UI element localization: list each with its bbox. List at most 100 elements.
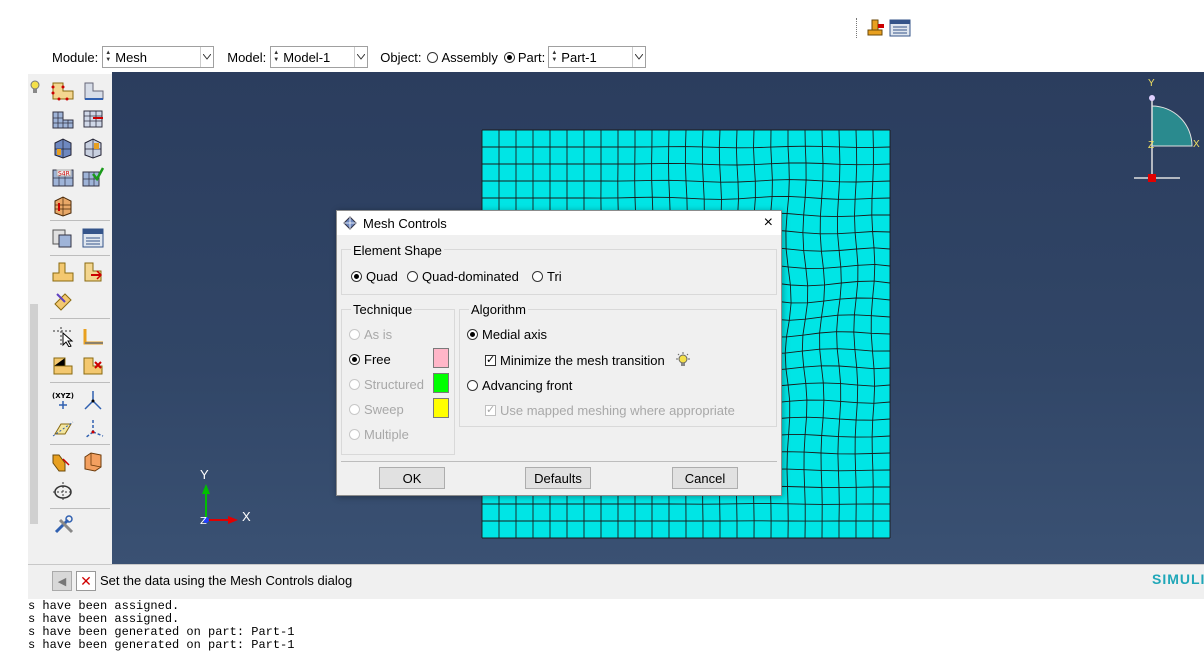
model-combo[interactable]: ▲ ▼ Model-1 <box>270 46 369 68</box>
minimize-transition-option[interactable]: Minimize the mesh transition <box>485 352 691 368</box>
triad-y-label: Y <box>200 467 209 482</box>
virtual-topology-icon[interactable] <box>50 260 76 284</box>
chevron-down-icon[interactable] <box>354 47 367 67</box>
create-datum-csys-icon[interactable] <box>80 417 106 441</box>
partition-tools-icon[interactable] <box>50 226 76 250</box>
combine-faces-icon[interactable] <box>80 260 106 284</box>
quad-dominated-radio[interactable] <box>407 271 418 282</box>
advancing-front-label: Advancing front <box>482 378 573 393</box>
lightbulb-icon[interactable] <box>675 352 691 368</box>
part-label: Part: <box>517 49 546 65</box>
quad-option[interactable]: Quad <box>351 269 398 284</box>
medial-axis-option[interactable]: Medial axis <box>467 327 547 342</box>
assembly-radio[interactable] <box>427 51 439 63</box>
create-set-icon[interactable] <box>50 450 76 474</box>
create-datum-point-icon[interactable]: (XYZ) <box>50 388 76 412</box>
model-spinner-icon[interactable]: ▲ ▼ <box>271 47 281 67</box>
create-surface-icon[interactable] <box>80 450 106 474</box>
part-radio[interactable] <box>503 51 515 63</box>
toolbox-scrollbar[interactable] <box>28 74 40 572</box>
mesh-part-icon[interactable] <box>50 136 76 160</box>
multiple-radio <box>349 429 360 440</box>
scroll-thumb[interactable] <box>30 304 38 524</box>
query-table-icon[interactable] <box>80 226 106 250</box>
message-line: s have been generated on part: Part-1 <box>28 638 295 652</box>
back-arrow-icon[interactable]: ◀ <box>52 571 72 591</box>
repair-icon[interactable] <box>50 289 76 313</box>
prompt-bar: ◀ ✕ Set the data using the Mesh Controls… <box>28 564 1204 599</box>
cancel-procedure-icon[interactable]: ✕ <box>76 571 96 591</box>
sweep-option: Sweep <box>349 402 404 417</box>
tri-radio[interactable] <box>532 271 543 282</box>
technique-label: Technique <box>351 302 415 317</box>
table-manager-icon[interactable] <box>889 17 911 39</box>
top-toolbar <box>856 16 911 40</box>
bulb-icon <box>30 80 40 97</box>
simulia-logo: SIMULIA <box>1152 571 1204 587</box>
chevron-down-icon[interactable] <box>200 47 213 67</box>
module-combo[interactable]: ▲ ▼ Mesh <box>102 46 215 68</box>
advancing-front-radio[interactable] <box>467 380 478 391</box>
tool-grid-5: (XYZ) <box>50 388 110 443</box>
assign-element-type-icon[interactable]: S4R <box>50 165 76 189</box>
seed-part-icon[interactable] <box>50 78 76 102</box>
free-radio[interactable] <box>349 354 360 365</box>
use-mapped-label: Use mapped meshing where appropriate <box>500 403 735 418</box>
display-group-icon[interactable] <box>50 479 76 503</box>
as-is-option: As is <box>349 327 392 342</box>
edit-edge-icon[interactable] <box>80 324 106 348</box>
mesh-face-icon[interactable] <box>50 353 76 377</box>
mesh-region-icon[interactable] <box>80 136 106 160</box>
tools-icon[interactable] <box>52 514 76 539</box>
triad-x-label: X <box>242 509 251 524</box>
quad-dominated-option[interactable]: Quad-dominated <box>407 269 519 284</box>
defaults-button[interactable]: Defaults <box>525 467 591 489</box>
minimize-transition-label: Minimize the mesh transition <box>500 352 665 368</box>
use-mapped-option: Use mapped meshing where appropriate <box>485 403 735 418</box>
message-area[interactable]: s have been assigned. s have been assign… <box>28 600 1204 658</box>
advancing-front-option[interactable]: Advancing front <box>467 378 572 393</box>
mesh-region-edit-icon[interactable] <box>80 353 106 377</box>
prompt-message: Set the data using the Mesh Controls dia… <box>100 573 353 588</box>
tool-grid-2 <box>50 226 110 252</box>
svg-text:(XYZ): (XYZ) <box>52 392 74 400</box>
seed-edges-icon[interactable] <box>80 78 106 102</box>
part-manager-icon[interactable] <box>865 17 887 39</box>
toolbox-separator <box>50 318 110 319</box>
create-datum-plane-icon[interactable] <box>50 417 76 441</box>
free-option[interactable]: Free <box>349 352 391 367</box>
as-is-label: As is <box>364 327 393 342</box>
edit-mesh-icon[interactable] <box>50 324 76 348</box>
ok-button[interactable]: OK <box>379 467 445 489</box>
as-is-radio <box>349 329 360 340</box>
free-color-swatch <box>433 348 449 368</box>
svg-text:S4R: S4R <box>58 171 70 178</box>
element-shape-label: Element Shape <box>351 243 444 258</box>
structured-radio <box>349 379 360 390</box>
module-value: Mesh <box>115 49 148 65</box>
dialog-titlebar[interactable]: Mesh Controls × <box>337 211 781 235</box>
orientation-triad <box>1128 78 1204 189</box>
medial-axis-radio[interactable] <box>467 329 478 340</box>
part-combo[interactable]: ▲ ▼ Part-1 <box>548 46 647 68</box>
close-icon[interactable]: × <box>764 214 773 232</box>
tool-grid-3 <box>50 260 110 315</box>
mesh-controls-icon[interactable] <box>50 107 76 131</box>
toolbar-grip[interactable] <box>856 18 859 38</box>
part-spinner-icon[interactable]: ▲ ▼ <box>549 47 559 67</box>
quad-dominated-label: Quad-dominated <box>422 269 519 284</box>
module-spinner-icon[interactable]: ▲ ▼ <box>103 47 113 67</box>
minimize-transition-checkbox[interactable] <box>485 353 496 366</box>
sweep-color-swatch <box>433 398 449 418</box>
multiple-label: Multiple <box>364 427 409 442</box>
element-type-icon[interactable] <box>80 107 106 131</box>
create-datum-axis-icon[interactable] <box>80 388 106 412</box>
toolbox-separator <box>50 444 110 445</box>
verify-mesh-icon[interactable] <box>80 165 106 189</box>
free-label: Free <box>364 352 391 367</box>
quad-radio[interactable] <box>351 271 362 282</box>
chevron-down-icon[interactable] <box>632 47 645 67</box>
cancel-button[interactable]: Cancel <box>672 467 738 489</box>
partition-icon[interactable] <box>50 194 76 218</box>
tri-option[interactable]: Tri <box>532 269 562 284</box>
